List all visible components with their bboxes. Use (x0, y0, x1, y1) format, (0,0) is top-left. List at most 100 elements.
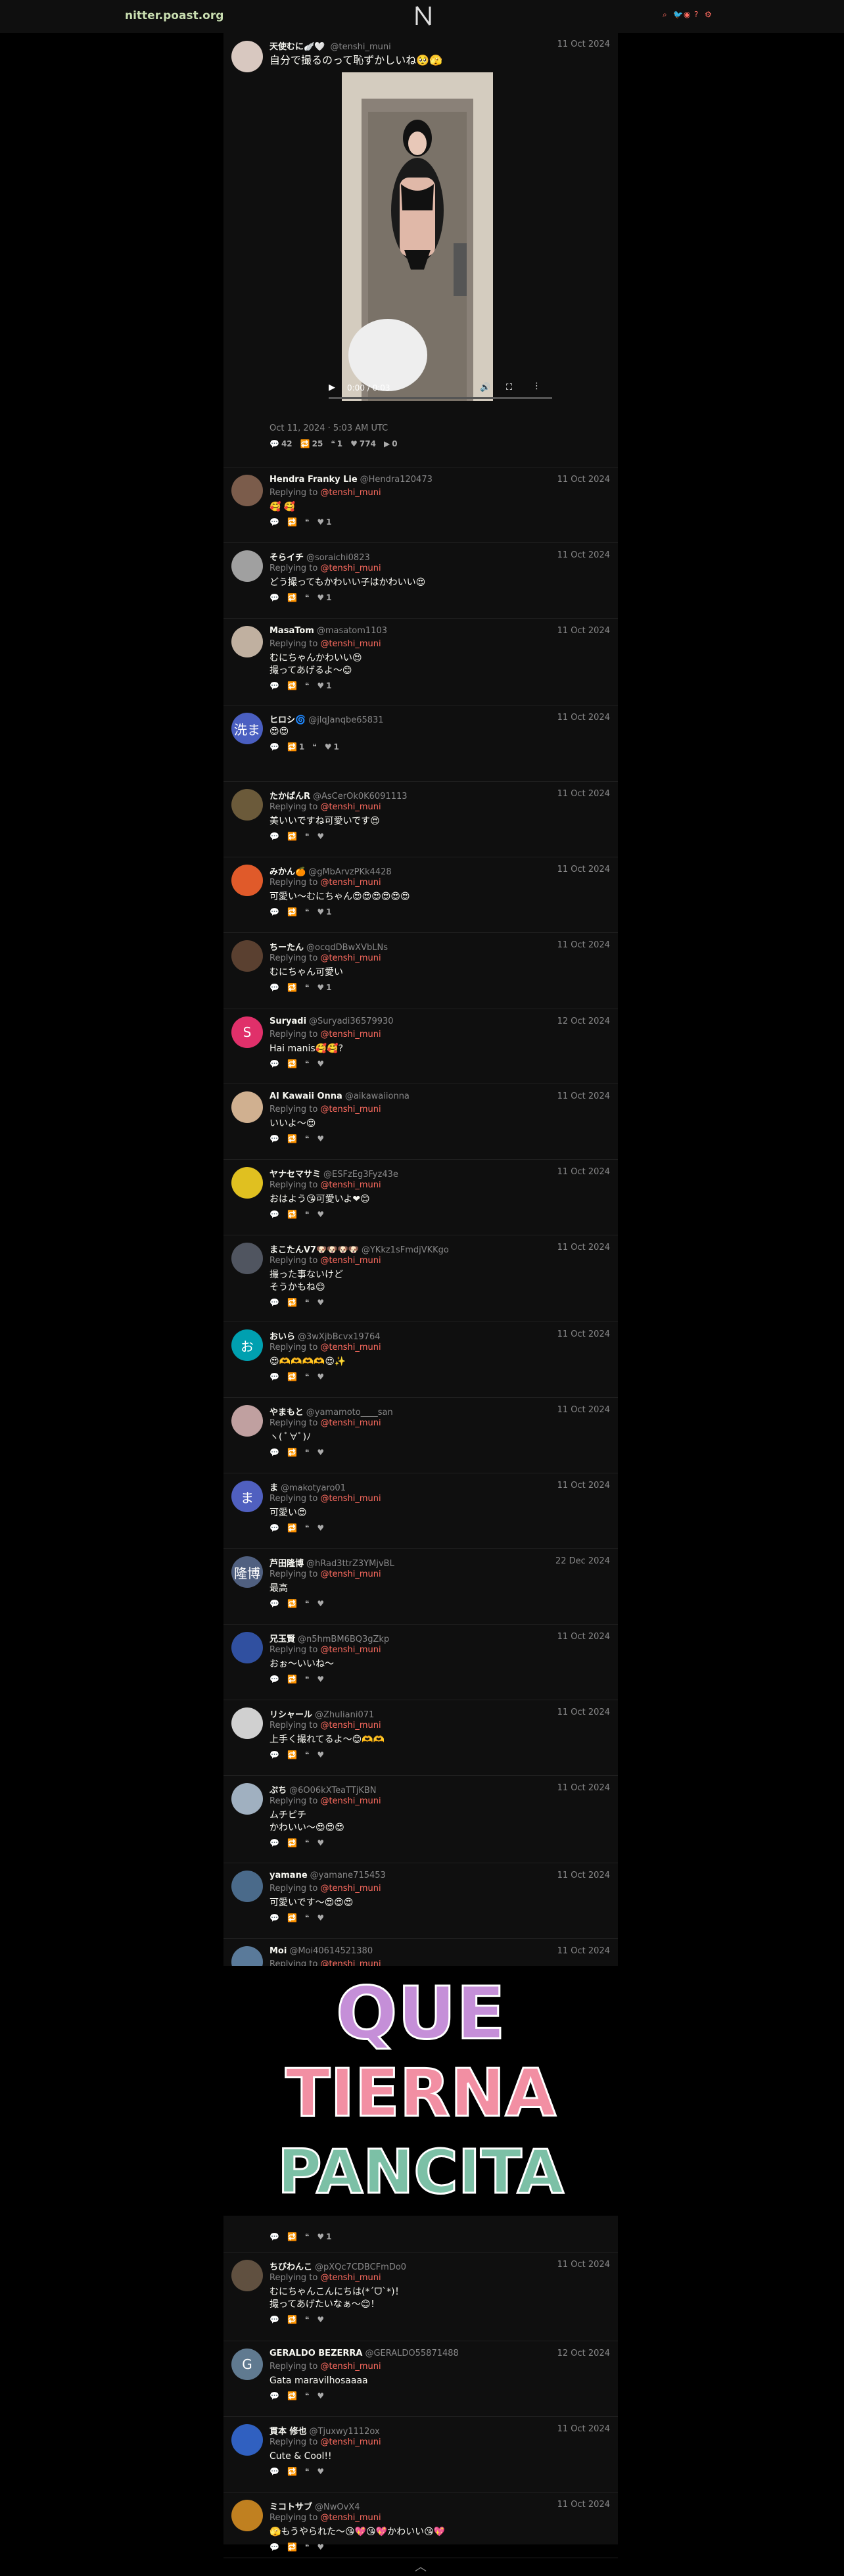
username[interactable]: @hRad3ttrZ3YMjvBL (306, 1559, 394, 1569)
tweet-date[interactable]: 11 Oct 2024 (557, 550, 610, 560)
username[interactable]: @ocqdDBwXVbLNs (306, 943, 388, 953)
reply-target-link[interactable]: @tenshi_muni (320, 1105, 381, 1114)
fullscreen-icon[interactable]: ⛶ (506, 383, 512, 393)
fullname[interactable]: 芦田隆博 (270, 1559, 304, 1569)
tweet-date[interactable]: 11 Oct 2024 (557, 940, 610, 950)
comment-icon[interactable]: 💬 (270, 1675, 279, 1684)
reply-target-link[interactable]: @tenshi_muni (320, 1884, 381, 1894)
retweet-icon[interactable]: 🔁 (287, 1298, 297, 1307)
avatar[interactable]: S (231, 1016, 263, 1048)
heart-icon[interactable]: ♥ 1 (317, 907, 331, 917)
fullname[interactable]: リシャール (270, 1710, 312, 1720)
heart-icon[interactable]: ♥ (317, 1599, 326, 1608)
username[interactable]: @jlqJanqbe65831 (308, 715, 383, 725)
username[interactable]: @tenshi_muni (331, 42, 391, 52)
retweet-icon[interactable]: 🔁 (287, 681, 297, 690)
quote-icon[interactable]: ❝ (312, 742, 316, 751)
avatar[interactable] (231, 2260, 263, 2291)
more-options-icon[interactable]: ⋮ (532, 381, 541, 391)
retweet-icon[interactable]: 🔁 (287, 1448, 297, 1457)
comment-icon[interactable]: 💬 (270, 1838, 279, 1848)
quote-icon[interactable]: ❝ (305, 1448, 309, 1457)
fullname[interactable]: 天使むに🪽🤍 (270, 42, 325, 52)
fullname[interactable]: みかん🍊 (270, 867, 306, 877)
comment-icon[interactable]: 💬 (270, 1599, 279, 1608)
reply-target-link[interactable]: @tenshi_muni (320, 1343, 381, 1352)
reply-target-link[interactable]: @tenshi_muni (320, 488, 381, 498)
retweet-icon[interactable]: 🔁 (287, 1599, 297, 1608)
retweet-icon[interactable]: 🔁 (287, 517, 297, 527)
reply-image[interactable]: QUE TIERNA PANCITA (223, 1966, 618, 2216)
tweet-date[interactable]: 11 Oct 2024 (557, 2424, 610, 2434)
username[interactable]: @masatom1103 (317, 626, 387, 636)
avatar[interactable] (231, 626, 263, 657)
quote-icon[interactable]: ❝ (305, 2467, 309, 2476)
avatar[interactable] (231, 1091, 263, 1123)
comment-icon[interactable]: 💬 (270, 2542, 279, 2552)
quote-icon[interactable]: ❝ (305, 1134, 309, 1143)
play-icon[interactable]: ▶ (329, 383, 335, 393)
comment-icon[interactable]: 💬 42 (270, 439, 293, 448)
tweet-date[interactable]: 12 Oct 2024 (557, 1016, 610, 1026)
tweet-date[interactable]: 11 Oct 2024 (557, 1783, 610, 1793)
retweet-icon[interactable]: 🔁 (287, 2391, 297, 2400)
tweet-date[interactable]: 11 Oct 2024 (557, 865, 610, 874)
retweet-icon[interactable]: 🔁 (287, 1523, 297, 1533)
fullname[interactable]: Suryadi (270, 1016, 306, 1026)
fullname[interactable]: Moi (270, 1946, 287, 1956)
username[interactable]: @yamane715453 (310, 1871, 386, 1880)
quote-icon[interactable]: ❝ (305, 2315, 309, 2324)
comment-icon[interactable]: 💬 (270, 1210, 279, 1219)
retweet-icon[interactable]: 🔁 (287, 1059, 297, 1068)
tweet-date[interactable]: 11 Oct 2024 (557, 475, 610, 485)
comment-icon[interactable]: 💬 (270, 1134, 279, 1143)
tweet-date[interactable]: 11 Oct 2024 (557, 1091, 610, 1101)
retweet-icon[interactable]: 🔁 (287, 1750, 297, 1759)
fullname[interactable]: ぷち (270, 1786, 287, 1796)
quote-icon[interactable]: ❝ (305, 2232, 309, 2241)
reply-target-link[interactable]: @tenshi_muni (320, 1418, 381, 1428)
heart-icon[interactable]: ♥ 1 (317, 517, 331, 527)
scroll-top-icon[interactable]: ︿ (415, 2558, 427, 2575)
settings-icon[interactable]: ⚙ (705, 11, 713, 18)
avatar[interactable] (231, 940, 263, 972)
retweet-icon[interactable]: 🔁 (287, 907, 297, 917)
avatar[interactable]: お (231, 1329, 263, 1361)
comment-icon[interactable]: 💬 (270, 1750, 279, 1759)
comment-icon[interactable]: 💬 (270, 2315, 279, 2324)
heart-icon[interactable]: ♥ (317, 1298, 326, 1307)
avatar[interactable] (231, 1632, 263, 1663)
retweet-icon[interactable]: 🔁 (287, 1913, 297, 1922)
username[interactable]: @n5hmBM6BQ3gZkp (298, 1634, 389, 1644)
retweet-icon[interactable]: 🔁 (287, 2542, 297, 2552)
retweet-icon[interactable]: 🔁 (287, 1210, 297, 1219)
comment-icon[interactable]: 💬 (270, 1523, 279, 1533)
avatar[interactable] (231, 2500, 263, 2531)
heart-icon[interactable]: ♥ (317, 2467, 326, 2476)
fullname[interactable]: ちびわんこ (270, 2262, 312, 2272)
avatar[interactable] (231, 1243, 263, 1274)
retweet-icon[interactable]: 🔁 (287, 1372, 297, 1381)
quote-icon[interactable]: ❝ (305, 1210, 309, 1219)
reply-target-link[interactable]: @tenshi_muni (320, 802, 381, 812)
tweet-date[interactable]: 11 Oct 2024 (557, 1707, 610, 1717)
quote-icon[interactable]: ❝ (305, 593, 309, 602)
reply-target-link[interactable]: @tenshi_muni (320, 1180, 381, 1190)
username[interactable]: @Zhuliani071 (315, 1710, 374, 1720)
retweet-icon[interactable]: 🔁 (287, 1838, 297, 1848)
retweet-icon[interactable]: 🔁 (287, 983, 297, 992)
reply-target-link[interactable]: @tenshi_muni (320, 563, 381, 573)
twitter-icon[interactable]: 🐦 (673, 11, 683, 18)
retweet-icon[interactable]: 🔁 (287, 2315, 297, 2324)
reply-target-link[interactable]: @tenshi_muni (320, 1645, 381, 1655)
quote-icon[interactable]: ❝ (305, 1372, 309, 1381)
heart-icon[interactable]: ♥ (317, 1750, 326, 1759)
quote-icon[interactable]: ❝ 1 (331, 439, 342, 448)
heart-icon[interactable]: ♥ (317, 2391, 326, 2400)
avatar[interactable] (231, 1167, 263, 1199)
tweet-date[interactable]: 12 Oct 2024 (557, 2349, 610, 2358)
tweet-date[interactable]: 11 Oct 2024 (557, 1405, 610, 1415)
heart-icon[interactable]: ♥ 1 (317, 681, 331, 690)
heart-icon[interactable]: ♥ 1 (325, 742, 339, 751)
quote-icon[interactable]: ❝ (305, 1523, 309, 1533)
